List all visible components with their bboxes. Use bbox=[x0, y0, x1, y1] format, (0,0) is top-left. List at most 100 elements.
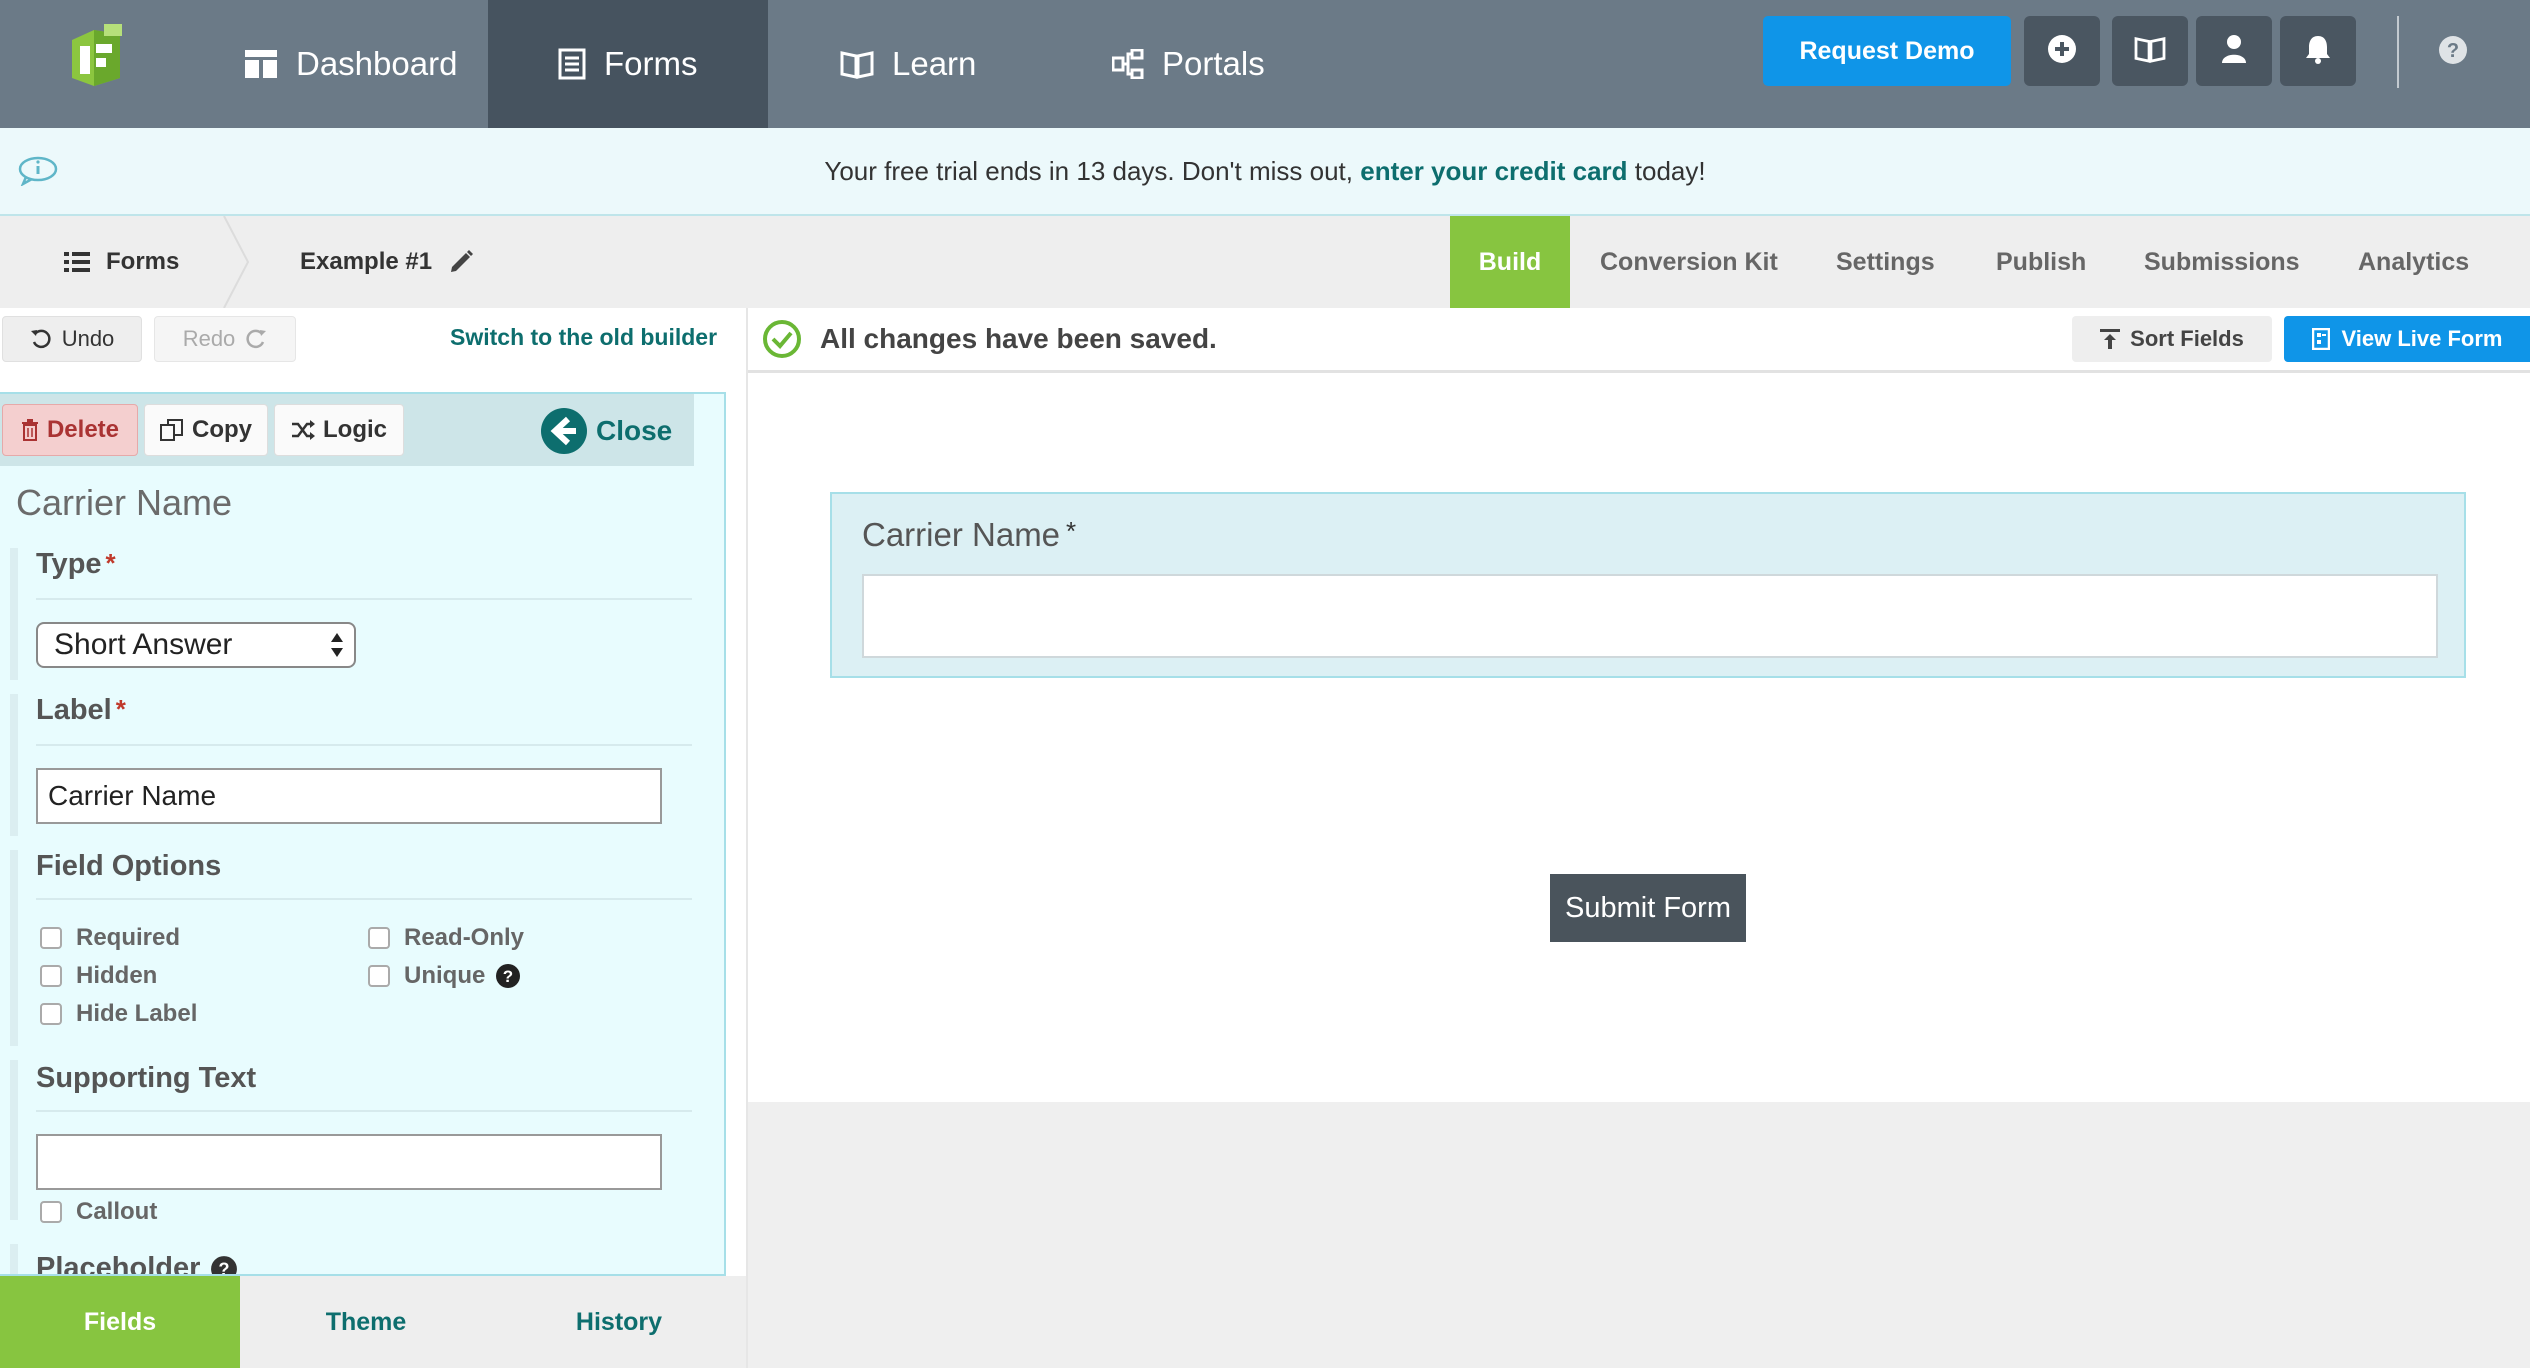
nav-learn-label: Learn bbox=[892, 45, 977, 82]
sort-icon bbox=[2100, 328, 2121, 350]
trash-icon bbox=[21, 419, 39, 441]
svg-text:?: ? bbox=[2447, 40, 2459, 62]
field-label-input[interactable]: Carrier Name bbox=[36, 768, 662, 824]
label-divider bbox=[36, 744, 692, 746]
options-divider bbox=[36, 898, 692, 900]
redo-button[interactable]: Redo bbox=[154, 316, 296, 362]
shuffle-icon bbox=[291, 419, 315, 441]
field-type-select[interactable]: Short Answer bbox=[36, 622, 356, 668]
view-live-form-label: View Live Form bbox=[2341, 326, 2503, 351]
question-circle-icon[interactable]: ? bbox=[210, 1255, 238, 1276]
label-label: Label * bbox=[36, 694, 126, 727]
svg-text:?: ? bbox=[219, 1258, 230, 1276]
forms-icon bbox=[558, 48, 586, 80]
sort-fields-label: Sort Fields bbox=[2130, 326, 2244, 351]
copy-label: Copy bbox=[192, 416, 252, 443]
bottom-tab-fields[interactable]: Fields bbox=[0, 1276, 240, 1368]
hidden-checkbox[interactable]: Hidden bbox=[40, 962, 157, 990]
chat-info-icon bbox=[18, 156, 58, 193]
type-divider bbox=[36, 598, 692, 600]
logic-button[interactable]: Logic bbox=[274, 404, 404, 456]
view-live-form-button[interactable]: View Live Form bbox=[2284, 316, 2530, 362]
redo-icon bbox=[245, 328, 267, 350]
nav-learn[interactable]: Learn bbox=[840, 0, 1030, 128]
tab-publish[interactable]: Publish bbox=[1996, 216, 2086, 308]
required-mark: * bbox=[1066, 516, 1077, 546]
check-circle-icon bbox=[762, 319, 802, 359]
required-label: Required bbox=[76, 924, 181, 951]
callout-label: Callout bbox=[76, 1198, 158, 1225]
close-label: Close bbox=[596, 415, 673, 446]
required-checkbox[interactable]: Required bbox=[40, 924, 180, 952]
checkbox-box[interactable] bbox=[368, 927, 390, 949]
form-field-carrier-name[interactable]: Carrier Name * bbox=[830, 492, 2466, 678]
copy-field-button[interactable]: Copy bbox=[144, 404, 268, 456]
checkbox-box[interactable] bbox=[40, 965, 62, 987]
question-circle-icon[interactable]: ? bbox=[495, 963, 521, 989]
options-section-bar bbox=[10, 850, 18, 1046]
add-button[interactable] bbox=[2024, 16, 2100, 86]
carrier-name-input[interactable] bbox=[862, 574, 2438, 658]
undo-button[interactable]: Undo bbox=[2, 316, 142, 362]
field-options-label: Field Options bbox=[36, 850, 222, 882]
hidden-label: Hidden bbox=[76, 962, 158, 989]
app-logo-icon[interactable] bbox=[62, 20, 130, 92]
delete-field-button[interactable]: Delete bbox=[2, 404, 138, 456]
hide-label-checkbox[interactable]: Hide Label bbox=[40, 1000, 197, 1028]
unique-checkbox[interactable]: Unique ? bbox=[368, 962, 521, 990]
supporting-text-input[interactable] bbox=[36, 1134, 662, 1190]
save-status: All changes have been saved. bbox=[762, 318, 1217, 360]
account-button[interactable] bbox=[2196, 16, 2272, 86]
read-only-checkbox[interactable]: Read-Only bbox=[368, 924, 524, 952]
checkbox-box[interactable] bbox=[40, 1003, 62, 1025]
trial-text-end: today! bbox=[1627, 155, 1706, 186]
switch-old-builder-link[interactable]: Switch to the old builder bbox=[450, 324, 717, 351]
supporting-text-label: Supporting Text bbox=[36, 1062, 257, 1094]
credit-card-link[interactable]: enter your credit card bbox=[1360, 156, 1627, 187]
read-only-label: Read-Only bbox=[404, 924, 525, 951]
nav-divider bbox=[2397, 16, 2399, 88]
request-demo-button[interactable]: Request Demo bbox=[1763, 16, 2011, 86]
type-label-text: Type bbox=[36, 548, 102, 580]
help-icon[interactable]: ? bbox=[2437, 34, 2469, 66]
tab-conversion-kit[interactable]: Conversion Kit bbox=[1600, 216, 1778, 308]
nav-portals[interactable]: Portals bbox=[1112, 0, 1312, 128]
resources-button[interactable] bbox=[2112, 16, 2188, 86]
label-section-bar bbox=[10, 694, 18, 836]
tab-analytics[interactable]: Analytics bbox=[2358, 216, 2469, 308]
required-star: * bbox=[115, 694, 126, 724]
nav-dashboard[interactable]: Dashboard bbox=[216, 0, 466, 128]
tab-settings[interactable]: Settings bbox=[1836, 216, 1935, 308]
field-actions-bar: Delete Copy Logic Close bbox=[0, 394, 694, 466]
nav-forms[interactable]: Forms bbox=[488, 0, 768, 128]
top-nav: Dashboard Forms Learn Portals Request De… bbox=[0, 0, 2530, 128]
submit-form-button[interactable]: Submit Form bbox=[1550, 874, 1746, 942]
logic-label: Logic bbox=[323, 416, 387, 443]
tab-build[interactable]: Build bbox=[1450, 216, 1570, 308]
sort-fields-button[interactable]: Sort Fields bbox=[2072, 316, 2272, 362]
bottom-tab-theme[interactable]: Theme bbox=[240, 1276, 492, 1368]
breadcrumb-form-name[interactable]: Example #1 bbox=[300, 216, 474, 308]
book-icon bbox=[840, 49, 874, 79]
bottom-tab-history[interactable]: History bbox=[492, 1276, 746, 1368]
checkbox-box[interactable] bbox=[368, 965, 390, 987]
notifications-button[interactable] bbox=[2280, 16, 2356, 86]
checkbox-box[interactable] bbox=[40, 1201, 62, 1223]
copy-icon bbox=[160, 418, 184, 442]
tab-submissions[interactable]: Submissions bbox=[2144, 216, 2300, 308]
checkbox-box[interactable] bbox=[40, 927, 62, 949]
editor-field-title: Carrier Name bbox=[16, 482, 233, 523]
breadcrumb-forms[interactable]: Forms bbox=[64, 216, 179, 308]
plus-circle-icon bbox=[2047, 34, 2077, 69]
hide-label-label: Hide Label bbox=[76, 1000, 198, 1027]
undo-label: Undo bbox=[61, 326, 115, 351]
builder-subnav: Forms Example #1 Build Conversion Kit Se… bbox=[0, 215, 2530, 309]
close-editor-button[interactable]: Close bbox=[540, 406, 672, 456]
redo-label: Redo bbox=[182, 326, 236, 351]
user-icon bbox=[2221, 34, 2247, 69]
callout-checkbox[interactable]: Callout bbox=[40, 1198, 157, 1226]
breadcrumb-forms-label: Forms bbox=[106, 248, 180, 275]
unique-label: Unique bbox=[404, 962, 486, 989]
list-icon bbox=[64, 251, 90, 273]
pencil-icon[interactable] bbox=[448, 249, 474, 275]
